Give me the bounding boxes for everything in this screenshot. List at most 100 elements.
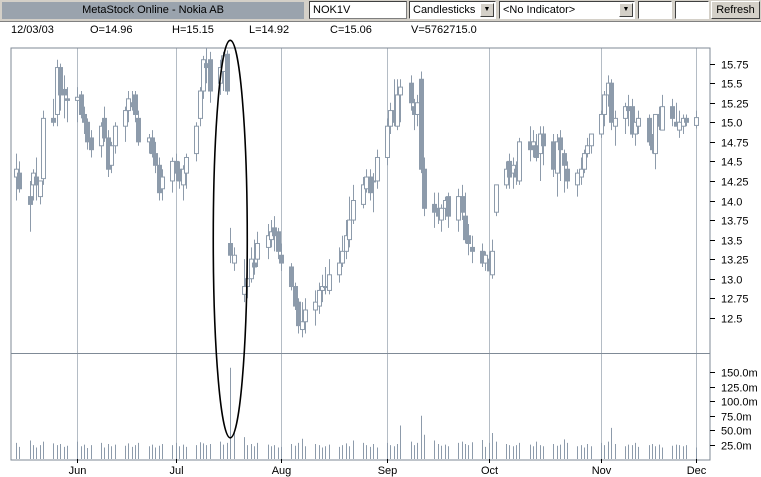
candle	[470, 235, 475, 264]
candle	[85, 118, 90, 150]
candle-body-up	[123, 110, 128, 127]
volume-tick-label: 100.0m	[721, 397, 758, 409]
candle-body-down	[670, 106, 675, 119]
volume-tick-label: 150.0m	[721, 368, 758, 380]
candle	[456, 188, 461, 232]
candle	[194, 122, 199, 162]
price-axis: 12.5 12.75 13.0 13.25 13.5 13.75 14.0 14.25 14.5…	[710, 60, 749, 326]
candle	[276, 227, 281, 260]
candle-body-up	[602, 94, 607, 115]
candle-body-up	[385, 125, 390, 158]
candle-body-down	[296, 301, 301, 327]
candle-body-down	[562, 153, 567, 166]
candle-body-down	[368, 176, 373, 194]
candle	[415, 94, 420, 127]
y-tick-label: 14.25	[721, 177, 749, 189]
y-tick-label: 14.5	[721, 157, 742, 169]
volume-tick-label: 125.0m	[721, 383, 758, 395]
candle-body-up	[317, 289, 322, 307]
candle-body-down	[17, 172, 22, 190]
candle-body-down	[272, 227, 277, 237]
x-tick-label: Jun	[69, 465, 87, 477]
candle	[255, 231, 260, 267]
candle-body-up	[636, 117, 641, 127]
candle-body-up	[375, 156, 380, 182]
candle-body-up	[531, 141, 536, 147]
x-tick-label: Dec	[687, 465, 707, 477]
candle-body-down	[62, 88, 67, 96]
candle-body-up	[415, 102, 420, 115]
candle-body-up	[323, 286, 328, 289]
candle-body-down	[136, 117, 141, 143]
candle	[490, 239, 495, 279]
candle	[439, 204, 444, 232]
candle	[113, 122, 118, 154]
candle	[460, 184, 465, 221]
candle-body-up	[483, 254, 488, 264]
candle-body-down	[252, 262, 257, 268]
candle-body-down	[609, 82, 614, 123]
candle-body-up	[589, 133, 594, 147]
x-tick-label: Sep	[378, 465, 398, 477]
candle	[432, 192, 437, 228]
candle-body-up	[41, 117, 46, 180]
y-tick-label: 12.75	[721, 294, 749, 306]
candle-body-down	[647, 117, 652, 143]
candle-body-down	[409, 82, 414, 104]
candle-body-up	[198, 90, 203, 119]
candle-body-up	[585, 145, 590, 155]
candle-body-up	[194, 125, 199, 155]
candle-body-up	[694, 117, 699, 126]
candle	[133, 91, 138, 123]
candle-body-up	[364, 176, 369, 190]
candle-body-down	[89, 137, 94, 151]
candle	[41, 110, 46, 185]
candle	[62, 75, 67, 119]
y-tick-label: 14.0	[721, 197, 742, 209]
candle	[266, 223, 271, 260]
candle	[38, 180, 43, 205]
candle	[272, 216, 277, 252]
candle-body-down	[79, 94, 84, 115]
candle	[626, 94, 631, 127]
y-tick-label: 15.5	[721, 79, 742, 91]
candle	[681, 114, 686, 135]
candle-body-down	[279, 254, 284, 264]
candle	[198, 87, 203, 127]
candle-body-down	[28, 196, 33, 205]
x-tick-label: Aug	[272, 465, 292, 477]
candle	[28, 180, 33, 232]
candlesticks	[14, 48, 699, 338]
candle-body-down	[34, 176, 39, 186]
candle	[364, 169, 369, 193]
candle-body-up	[249, 258, 254, 280]
candle-body-up	[126, 98, 131, 112]
candle-body-down	[208, 59, 213, 92]
candle-body-up	[517, 141, 522, 182]
candle	[34, 157, 39, 201]
candle	[208, 51, 213, 103]
candle	[446, 192, 451, 228]
candle-body-up	[579, 168, 584, 178]
candle-body-down	[65, 98, 70, 101]
candle-body-down	[289, 266, 294, 288]
candle	[327, 259, 332, 295]
volume-tick-label: 25.0m	[721, 441, 752, 453]
candle	[517, 137, 522, 185]
candle-body-up	[388, 110, 393, 127]
candle-body-down	[150, 137, 155, 155]
candle-body-up	[337, 262, 342, 276]
date-axis: Jun Jul Aug Sep Oct Nov Dec	[69, 459, 707, 477]
candle-body-down	[460, 196, 465, 213]
candle	[660, 94, 665, 131]
x-tick-label: Jul	[169, 465, 183, 477]
candle-body-up	[75, 96, 80, 101]
candle	[123, 106, 128, 142]
candle-body-up	[575, 172, 580, 186]
candle-body-up	[170, 160, 175, 182]
y-tick-label: 15.0	[721, 118, 742, 130]
candle	[75, 87, 80, 123]
candle-body-up	[439, 207, 444, 221]
candle	[351, 184, 356, 224]
y-tick-label: 12.5	[721, 314, 742, 326]
